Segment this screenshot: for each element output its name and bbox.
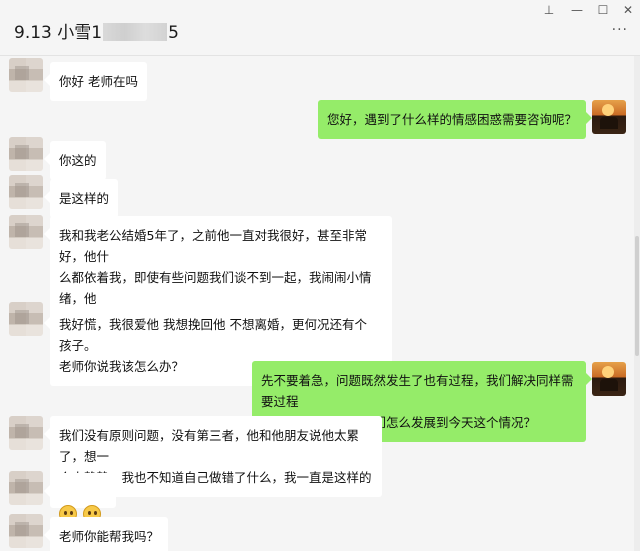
emoji-bubble: [44, 473, 116, 523]
chat-title: 9.13 小雪1 5: [14, 18, 179, 43]
avatar[interactable]: [9, 416, 43, 450]
message-bubble: 你好 老师在吗: [44, 62, 147, 101]
avatar[interactable]: [592, 100, 626, 134]
chat-header: 9.13 小雪1 5 ⊥ — ☐ ✕ ···: [0, 0, 640, 56]
message-bubble: 您好，遇到了什么样的情感困惑需要咨询呢？: [317, 100, 593, 139]
avatar[interactable]: [9, 471, 43, 505]
avatar[interactable]: [9, 514, 43, 548]
message-bubble: 你这的: [44, 141, 106, 180]
message-bubble: 是这样的: [43, 179, 119, 218]
more-options-button[interactable]: ···: [612, 22, 628, 38]
minimize-icon[interactable]: —: [566, 2, 588, 18]
maximize-icon[interactable]: ☐: [592, 2, 614, 18]
redacted-block: [103, 23, 168, 41]
scroll-thumb[interactable]: [635, 236, 639, 356]
pin-icon[interactable]: ⊥: [538, 2, 560, 18]
message-bubble: 老师你能帮我吗？: [43, 517, 169, 551]
avatar[interactable]: [9, 58, 43, 92]
chat-scrollbar[interactable]: [634, 56, 640, 551]
avatar[interactable]: [9, 137, 43, 171]
avatar[interactable]: [9, 302, 43, 336]
chat-title-prefix: 9.13 小雪1: [14, 23, 103, 43]
avatar[interactable]: [9, 175, 43, 209]
avatar[interactable]: [592, 362, 626, 396]
chat-title-suffix: 5: [168, 23, 179, 43]
close-icon[interactable]: ✕: [617, 2, 639, 18]
avatar[interactable]: [9, 215, 43, 249]
